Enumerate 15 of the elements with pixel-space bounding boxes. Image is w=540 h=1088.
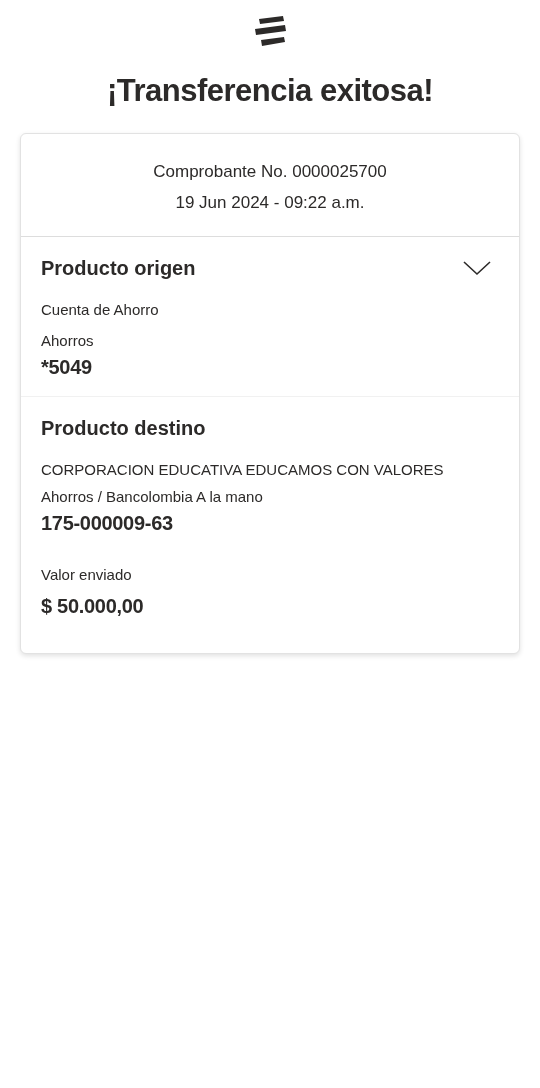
amount-label: Valor enviado (41, 565, 133, 586)
account-type: Ahorros / Bancolombia A la mano (41, 486, 264, 507)
account-type: Ahorros (41, 330, 95, 351)
product-name: Cuenta de Ahorro (41, 300, 160, 321)
logo-icon (253, 16, 287, 48)
account-number: *5049 (41, 355, 93, 381)
section-heading: Producto origen (41, 256, 196, 282)
chevron-down-icon[interactable] (463, 260, 491, 277)
receipt-number: Comprobante No. 0000025700 (152, 161, 388, 184)
receipt-date: 19 Jun 2024 - 09:22 a.m. (174, 192, 366, 215)
amount-value: $ 50.000,00 (41, 593, 145, 619)
page-title: ¡Transferencia exitosa! (106, 72, 434, 110)
section-heading: Producto destino (41, 416, 207, 442)
account-number: 175-000009-63 (41, 511, 174, 537)
account-holder: CORPORACION EDUCATIVA EDUCAMOS CON VALORES (41, 460, 445, 481)
